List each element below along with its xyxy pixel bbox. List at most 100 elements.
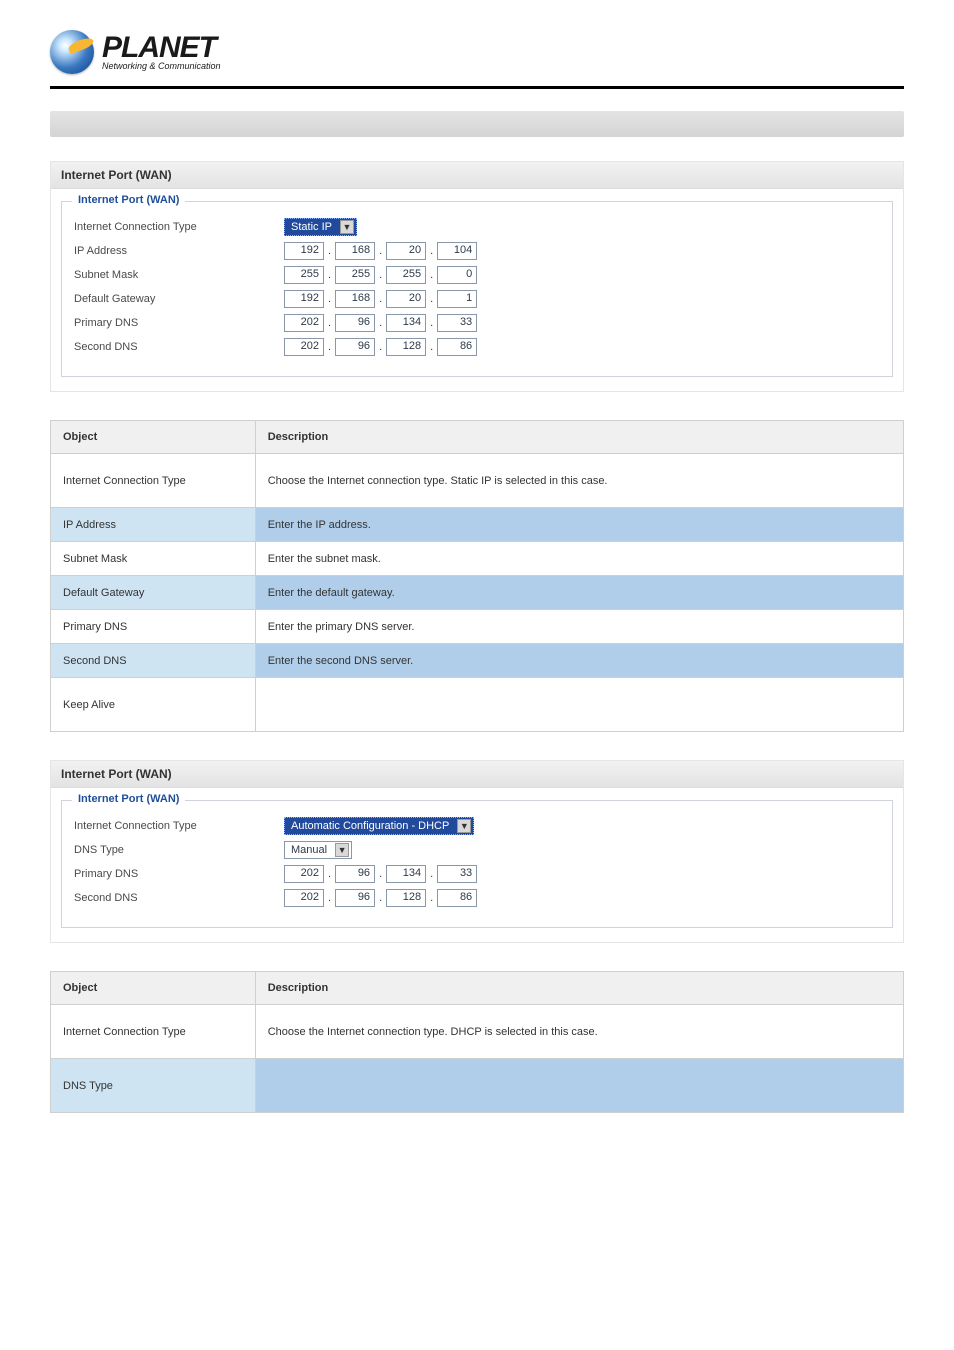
sdns-octet-3[interactable]: 128 [386,889,426,907]
chevron-down-icon: ▼ [335,843,349,857]
label-primary-dns: Primary DNS [74,317,284,329]
label-mask: Subnet Mask [74,269,284,281]
pdns-octet-4[interactable]: 33 [437,314,477,332]
table-row: IP AddressEnter the IP address. [51,508,904,542]
section-heading-bar [50,111,904,137]
table-row: Second DNSEnter the second DNS server. [51,644,904,678]
chevron-down-icon: ▼ [340,220,354,234]
select-dns-type[interactable]: Manual ▼ [284,841,352,859]
table-cell-object: Primary DNS [51,610,256,644]
ip-octet-4[interactable]: 104 [437,242,477,260]
table-cell-description: Enter the IP address. [255,508,903,542]
pdns-octet-1[interactable]: 202 [284,865,324,883]
subnet-mask-input: 255. 255. 255. 0 [284,266,477,284]
second-dns-input: 202. 96. 128. 86 [284,889,477,907]
label-dns-type: DNS Type [74,844,284,856]
gw-octet-1[interactable]: 192 [284,290,324,308]
gw-octet-4[interactable]: 1 [437,290,477,308]
table-cell-description: Enter the subnet mask. [255,542,903,576]
table-row: DNS Type [51,1059,904,1113]
pdns-octet-4[interactable]: 33 [437,865,477,883]
mask-octet-3[interactable]: 255 [386,266,426,284]
col-description: Description [255,421,903,454]
sdns-octet-1[interactable]: 202 [284,338,324,356]
table-row: Keep Alive [51,678,904,732]
label-gateway: Default Gateway [74,293,284,305]
wan-static-fieldset: Internet Port (WAN) Internet Connection … [61,201,893,377]
wan-static-panel: Internet Port (WAN) Internet Port (WAN) … [50,161,904,392]
col-object: Object [51,972,256,1005]
table-row: Primary DNSEnter the primary DNS server. [51,610,904,644]
table-cell-description: Choose the Internet connection type. Sta… [255,454,903,508]
primary-dns-input: 202. 96. 134. 33 [284,865,477,883]
table-cell-description: Enter the primary DNS server. [255,610,903,644]
table-row: Subnet MaskEnter the subnet mask. [51,542,904,576]
mask-octet-2[interactable]: 255 [335,266,375,284]
select-conn-type[interactable]: Automatic Configuration - DHCP ▼ [284,817,474,835]
label-second-dns: Second DNS [74,341,284,353]
table-row: Default GatewayEnter the default gateway… [51,576,904,610]
fieldset-legend: Internet Port (WAN) [72,194,185,206]
ip-octet-2[interactable]: 168 [335,242,375,260]
pdns-octet-2[interactable]: 96 [335,865,375,883]
ip-address-input: 192. 168. 20. 104 [284,242,477,260]
table-cell-object: Internet Connection Type [51,454,256,508]
table-cell-object: Second DNS [51,644,256,678]
dhcp-table: Object Description Internet Connection T… [50,971,904,1113]
table-cell-description: Enter the second DNS server. [255,644,903,678]
mask-octet-4[interactable]: 0 [437,266,477,284]
table-row: Internet Connection TypeChoose the Inter… [51,1005,904,1059]
wan-dhcp-fieldset: Internet Port (WAN) Internet Connection … [61,800,893,928]
ip-octet-1[interactable]: 192 [284,242,324,260]
pdns-octet-3[interactable]: 134 [386,865,426,883]
table-cell-description [255,1059,903,1113]
select-conn-type-value: Static IP [287,221,336,233]
col-description: Description [255,972,903,1005]
sdns-octet-3[interactable]: 128 [386,338,426,356]
planet-globe-icon [50,30,94,74]
table-cell-object: DNS Type [51,1059,256,1113]
static-ip-table: Object Description Internet Connection T… [50,420,904,732]
table-cell-description: Choose the Internet connection type. DHC… [255,1005,903,1059]
sdns-octet-4[interactable]: 86 [437,889,477,907]
wan-dhcp-panel: Internet Port (WAN) Internet Port (WAN) … [50,760,904,943]
table-cell-object: Internet Connection Type [51,1005,256,1059]
label-second-dns: Second DNS [74,892,284,904]
gw-octet-3[interactable]: 20 [386,290,426,308]
select-conn-type-value: Automatic Configuration - DHCP [287,820,453,832]
table-cell-object: Keep Alive [51,678,256,732]
brand-tagline: Networking & Communication [102,61,221,71]
fieldset-legend: Internet Port (WAN) [72,793,185,805]
table-cell-description: Enter the default gateway. [255,576,903,610]
pdns-octet-2[interactable]: 96 [335,314,375,332]
brand-name: PLANET [102,34,221,61]
header-divider [50,86,904,89]
panel-title: Internet Port (WAN) [51,162,903,189]
select-conn-type[interactable]: Static IP ▼ [284,218,357,236]
table-cell-description [255,678,903,732]
primary-dns-input: 202. 96. 134. 33 [284,314,477,332]
pdns-octet-3[interactable]: 134 [386,314,426,332]
gw-octet-2[interactable]: 168 [335,290,375,308]
sdns-octet-1[interactable]: 202 [284,889,324,907]
label-conn-type: Internet Connection Type [74,820,284,832]
gateway-input: 192. 168. 20. 1 [284,290,477,308]
panel-title: Internet Port (WAN) [51,761,903,788]
table-cell-object: IP Address [51,508,256,542]
second-dns-input: 202. 96. 128. 86 [284,338,477,356]
table-row: Internet Connection TypeChoose the Inter… [51,454,904,508]
table-cell-object: Default Gateway [51,576,256,610]
sdns-octet-2[interactable]: 96 [335,338,375,356]
col-object: Object [51,421,256,454]
select-dns-type-value: Manual [287,844,331,856]
label-primary-dns: Primary DNS [74,868,284,880]
mask-octet-1[interactable]: 255 [284,266,324,284]
label-conn-type: Internet Connection Type [74,221,284,233]
ip-octet-3[interactable]: 20 [386,242,426,260]
sdns-octet-2[interactable]: 96 [335,889,375,907]
label-ip: IP Address [74,245,284,257]
pdns-octet-1[interactable]: 202 [284,314,324,332]
logo: PLANET Networking & Communication [50,30,904,74]
table-cell-object: Subnet Mask [51,542,256,576]
sdns-octet-4[interactable]: 86 [437,338,477,356]
